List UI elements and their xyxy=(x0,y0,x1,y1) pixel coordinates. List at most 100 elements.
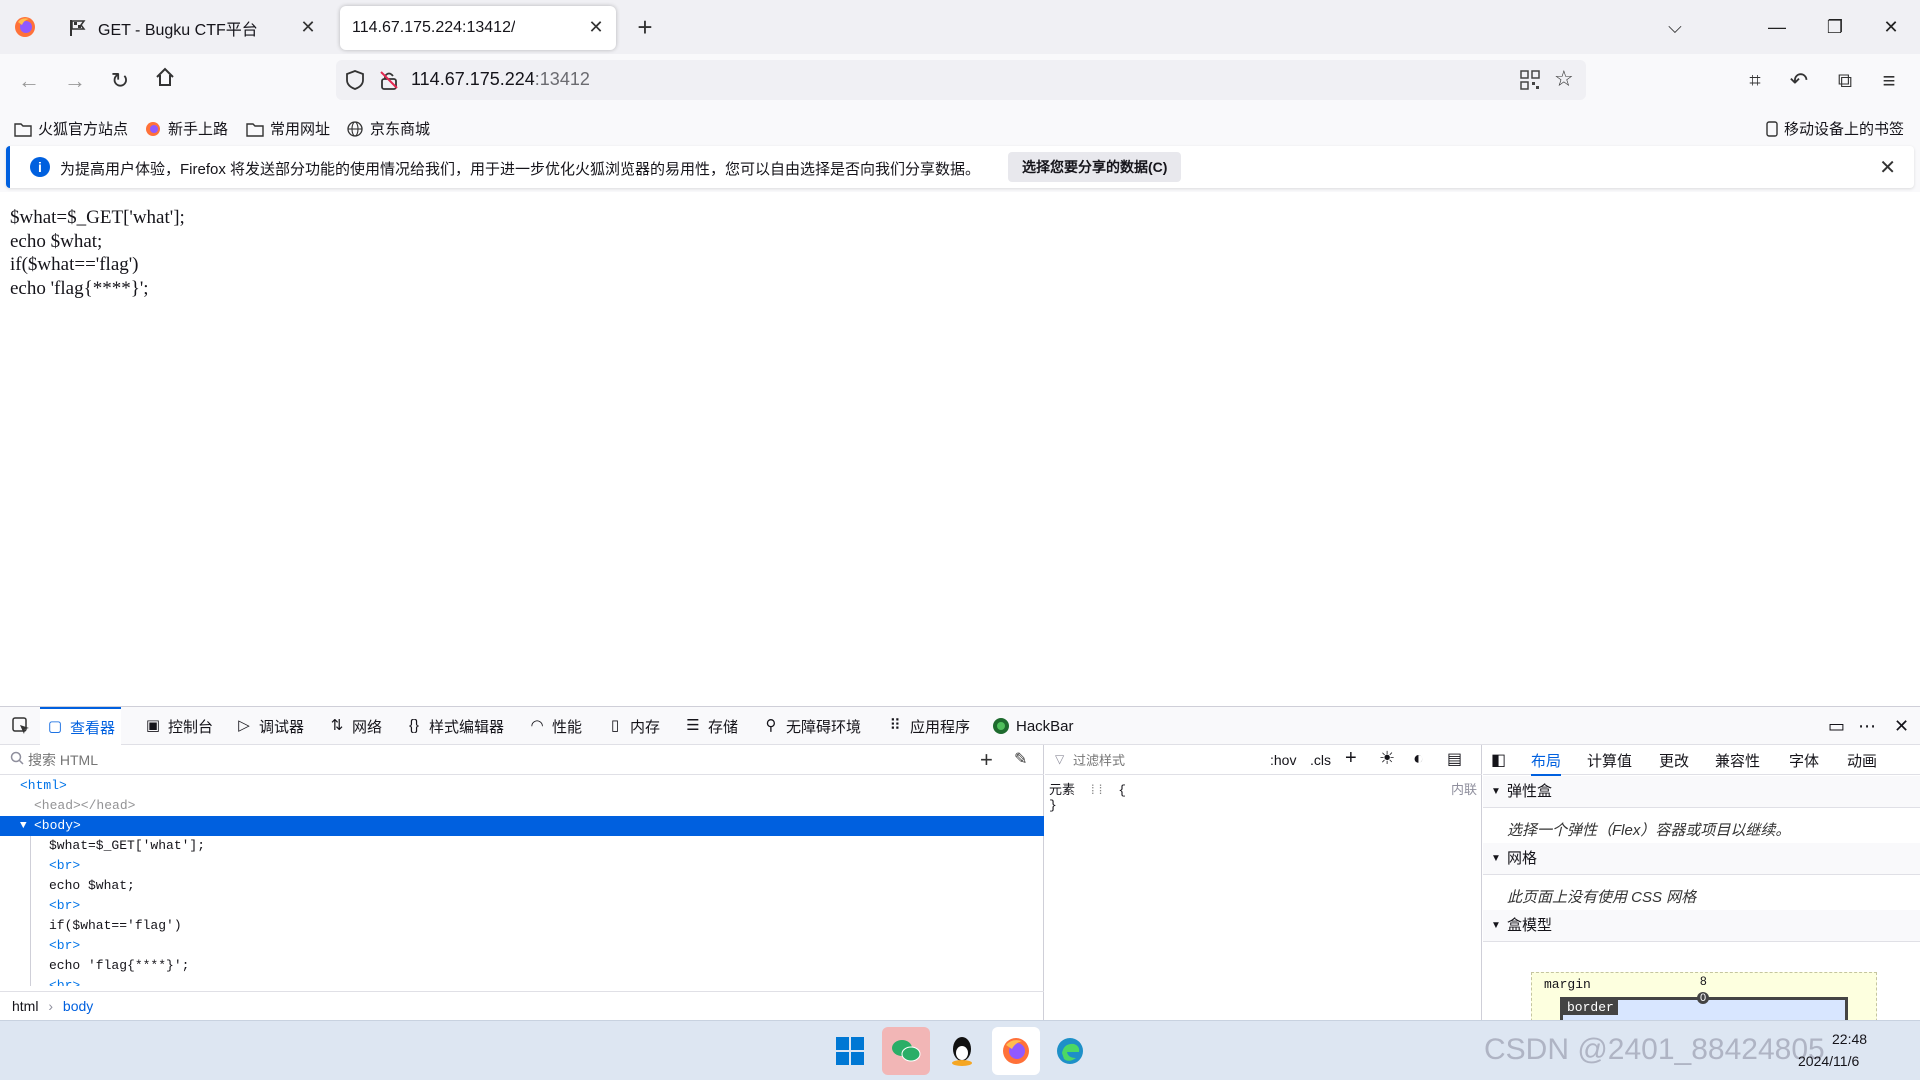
bookmark-item[interactable]: 京东商城 xyxy=(346,118,430,139)
clock-time[interactable]: 22:48 xyxy=(1832,1031,1867,1047)
tab-application[interactable]: ⠿ 应用程序 xyxy=(886,707,971,745)
bookmark-item[interactable]: 火狐官方站点 xyxy=(14,118,128,139)
qq-penguin-icon[interactable] xyxy=(938,1027,986,1075)
expand-arrow-icon[interactable]: ▼ xyxy=(20,816,27,836)
application-icon: ⠿ xyxy=(889,717,901,734)
search-html-input[interactable] xyxy=(26,749,926,771)
tab-style-editor[interactable]: {} 样式编辑器 xyxy=(405,707,504,745)
tab-compatibility[interactable]: 兼容性 xyxy=(1715,750,1760,771)
tab-debugger[interactable]: ▷ 调试器 xyxy=(235,707,304,745)
node-br[interactable]: <br> xyxy=(49,936,80,956)
text-node[interactable]: echo 'flag{****}'; xyxy=(49,956,189,976)
print-media-icon[interactable]: ▤ xyxy=(1447,749,1462,769)
toggle-sidebar-icon[interactable]: ◧ xyxy=(1491,750,1506,770)
debugger-icon: ▷ xyxy=(238,717,250,734)
dark-theme-icon[interactable]: ◐ xyxy=(1413,748,1424,769)
mobile-bookmarks[interactable]: 移动设备上的书签 xyxy=(1766,118,1904,139)
menu-icon[interactable]: ≡ xyxy=(1874,66,1904,96)
folder-icon xyxy=(14,121,32,137)
node-body-selected[interactable] xyxy=(0,816,1044,836)
tab-changes[interactable]: 更改 xyxy=(1659,750,1689,771)
tab-fonts[interactable]: 字体 xyxy=(1789,750,1819,771)
box-model-section-header[interactable]: ▼ 盒模型 xyxy=(1483,910,1920,942)
search-html-bar: + ✎ xyxy=(0,745,1044,775)
shield-icon[interactable] xyxy=(344,69,366,91)
edge-icon[interactable] xyxy=(1046,1027,1094,1075)
breadcrumb-html[interactable]: html xyxy=(12,998,38,1014)
hov-toggle[interactable]: :hov xyxy=(1270,752,1296,768)
markup-view: + ✎ <html> <head></head> ▼ <body> $what=… xyxy=(0,745,1044,1021)
flexbox-section-header[interactable]: ▼ 弹性盒 xyxy=(1483,776,1920,808)
inline-label: 内联 xyxy=(1450,782,1477,797)
minimize-icon[interactable]: — xyxy=(1762,12,1792,42)
wechat-icon[interactable] xyxy=(882,1027,930,1075)
grid-section-header[interactable]: ▼ 网格 xyxy=(1483,843,1920,875)
url-bar[interactable]: 114.67.175.224:13412 ☆ xyxy=(336,60,1586,100)
more-options-icon[interactable]: ⋯ xyxy=(1858,707,1876,745)
extensions-icon[interactable]: ⧉ xyxy=(1830,66,1860,96)
screenshot-crop-icon[interactable]: ⌗ xyxy=(1740,66,1770,96)
bookmark-item[interactable]: 新手上路 xyxy=(144,118,228,139)
margin-top-value[interactable]: 8 xyxy=(1700,974,1707,988)
restore-icon[interactable]: ❐ xyxy=(1820,12,1850,42)
telemetry-notification: i 为提高用户体验，Firefox 将发送部分功能的使用情况给我们，用于进一步优… xyxy=(6,146,1914,188)
tab-console[interactable]: ▣ 控制台 xyxy=(144,707,213,745)
url-text: 114.67.175.224:13412 xyxy=(411,69,590,89)
light-theme-icon[interactable]: ☀ xyxy=(1379,748,1395,769)
add-rule-icon[interactable]: + xyxy=(1345,747,1357,770)
undo-icon[interactable]: ↶ xyxy=(1784,66,1814,96)
border-top-value[interactable]: 0 xyxy=(1697,992,1710,1004)
eyedropper-icon[interactable]: ✎ xyxy=(1014,749,1027,769)
element-picker-icon[interactable] xyxy=(8,707,34,745)
text-node[interactable]: if($what=='flag') xyxy=(49,916,182,936)
qr-code-icon[interactable] xyxy=(1520,70,1540,90)
bookmark-star-icon[interactable]: ☆ xyxy=(1554,66,1574,92)
tab-active[interactable]: 114.67.175.224:13412/ ✕ xyxy=(340,6,616,50)
node-br[interactable]: <br> xyxy=(49,856,80,876)
forward-icon[interactable]: → xyxy=(60,66,90,96)
close-tab-icon[interactable]: ✕ xyxy=(586,17,606,37)
list-all-tabs-icon[interactable]: ⌵ xyxy=(1660,12,1690,42)
tab-bugku[interactable]: GET - Bugku CTF平台 ✕ xyxy=(58,6,328,50)
style-editor-icon: {} xyxy=(408,717,420,734)
node-head[interactable]: <head></head> xyxy=(34,796,135,816)
tab-hackbar[interactable]: HackBar xyxy=(992,707,1074,745)
tab-computed[interactable]: 计算值 xyxy=(1587,750,1632,771)
tab-network[interactable]: ⇅ 网络 xyxy=(328,707,382,745)
tab-animations[interactable]: 动画 xyxy=(1847,750,1877,771)
node-body[interactable]: <body> xyxy=(34,816,81,836)
bookmark-item[interactable]: 常用网址 xyxy=(246,118,330,139)
page-content: $what=$_GET['what']; echo $what; if($wha… xyxy=(0,192,1920,706)
node-html[interactable]: <html> xyxy=(20,776,67,796)
add-node-icon[interactable]: + xyxy=(980,747,993,773)
new-tab-button[interactable]: + xyxy=(630,10,660,44)
breadcrumb-body[interactable]: body xyxy=(63,998,93,1014)
tab-storage[interactable]: ☰ 存储 xyxy=(684,707,738,745)
close-devtools-icon[interactable]: ✕ xyxy=(1894,707,1909,745)
tab-performance[interactable]: ◠ 性能 xyxy=(528,707,582,745)
dock-side-icon[interactable]: ▭ xyxy=(1828,707,1845,745)
text-node[interactable]: echo $what; xyxy=(49,876,135,896)
tab-memory[interactable]: ▯ 内存 xyxy=(606,707,660,745)
back-icon[interactable]: ← xyxy=(14,66,44,96)
tab-accessibility[interactable]: ⚲ 无障碍环境 xyxy=(762,707,862,745)
text-node[interactable]: $what=$_GET['what']; xyxy=(49,836,205,856)
close-icon[interactable]: ✕ xyxy=(1879,155,1896,180)
windows-start-icon[interactable] xyxy=(826,1027,874,1075)
tab-inspector[interactable]: ▢ 查看器 xyxy=(40,707,122,745)
choose-data-button[interactable]: 选择您要分享的数据(C) xyxy=(1008,152,1182,182)
close-window-icon[interactable]: ✕ xyxy=(1876,12,1906,42)
firefox-taskbar-icon[interactable] xyxy=(992,1027,1040,1075)
accessibility-icon: ⚲ xyxy=(765,717,777,734)
node-br[interactable]: <br> xyxy=(49,896,80,916)
node-br[interactable]: <br> xyxy=(49,976,80,986)
close-tab-icon[interactable]: ✕ xyxy=(298,17,318,37)
firefox-view-icon[interactable] xyxy=(12,14,38,40)
home-icon[interactable] xyxy=(150,66,180,96)
cls-toggle[interactable]: .cls xyxy=(1310,752,1331,768)
tab-layout[interactable]: 布局 xyxy=(1531,750,1562,776)
clock-date[interactable]: 2024/11/6 xyxy=(1798,1053,1859,1069)
reload-icon[interactable]: ↻ xyxy=(105,66,135,96)
insecure-lock-icon[interactable] xyxy=(378,69,400,91)
filter-styles-input[interactable] xyxy=(1071,749,1251,771)
